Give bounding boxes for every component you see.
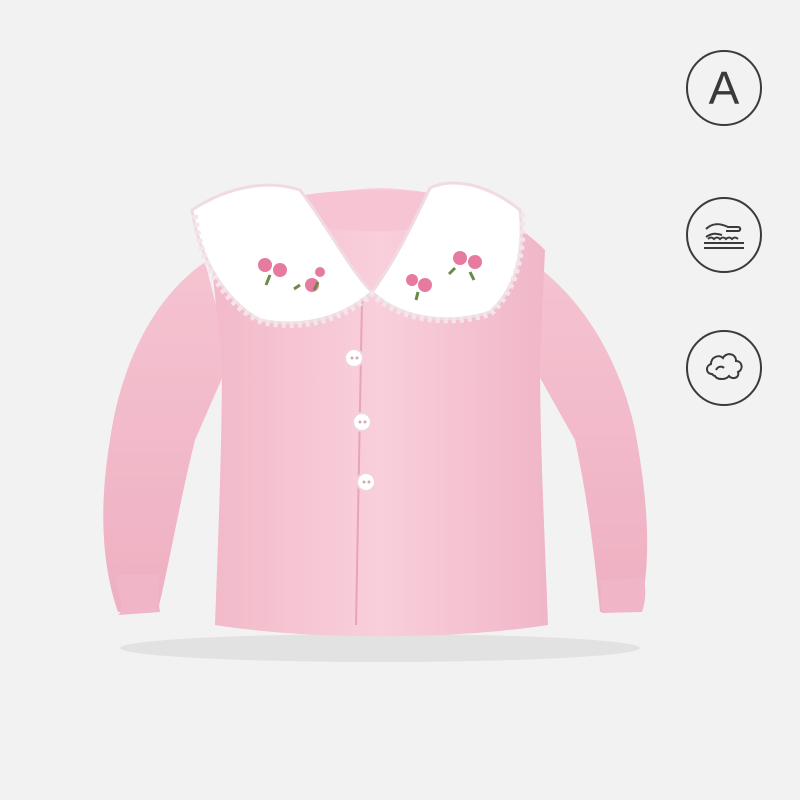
cardigan-image (103, 181, 648, 662)
letter-a-icon: A (686, 50, 762, 126)
letter-a-glyph: A (708, 62, 740, 114)
cloud-softness-icon (686, 330, 762, 406)
product-image-stage: A (0, 0, 800, 800)
soft-fabric-hand-icon (686, 197, 762, 273)
